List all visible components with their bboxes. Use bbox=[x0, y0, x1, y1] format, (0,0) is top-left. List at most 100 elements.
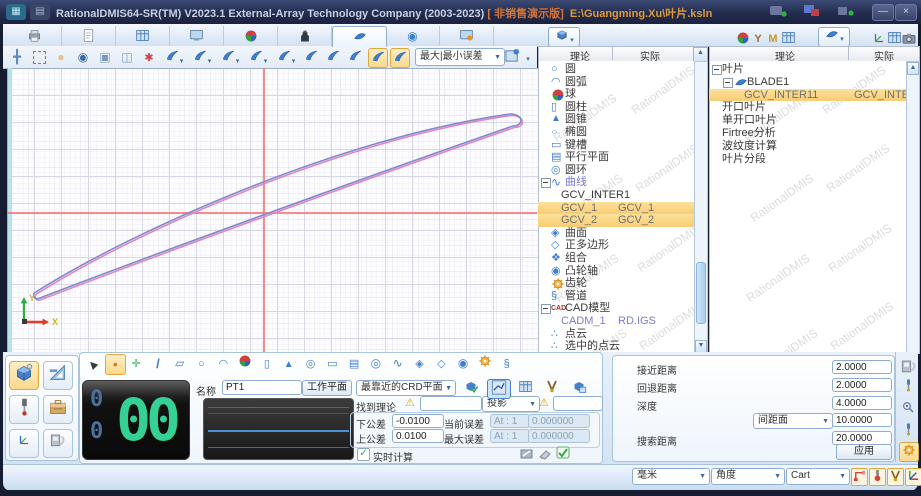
geometry-cone-icon[interactable]: ▲ bbox=[279, 354, 298, 373]
tree-row[interactable]: ◎ 圆环 bbox=[538, 164, 694, 177]
measure-tool-icon-12[interactable] bbox=[302, 48, 320, 66]
geometry-vector-point-icon[interactable]: ✛ bbox=[127, 354, 146, 373]
tree-row[interactable]: ○ 圆 bbox=[538, 63, 694, 76]
measure-tool-icon-11[interactable]: ▾ bbox=[274, 48, 298, 66]
ribbon-tab-sphere[interactable] bbox=[224, 26, 278, 46]
ball-probe-icon[interactable] bbox=[869, 468, 886, 486]
hand-icon[interactable]: ● bbox=[52, 48, 70, 66]
tree-expand-toggle[interactable] bbox=[723, 77, 733, 88]
angle-dropdown[interactable]: 角度 ▼ bbox=[711, 468, 785, 485]
probe-status-icon[interactable] bbox=[834, 4, 858, 20]
measure-tool-icon-13[interactable] bbox=[324, 48, 342, 66]
toolbar-more-dropdown[interactable]: ▾ bbox=[523, 48, 533, 66]
tree-row[interactable]: ◈ 曲面 bbox=[538, 227, 694, 240]
geometry-arc-icon[interactable]: ◠ bbox=[214, 354, 233, 373]
geometry-curve-icon[interactable]: ∿ bbox=[388, 354, 407, 373]
ribbon-tab-table[interactable] bbox=[116, 26, 170, 46]
blade-scrollbar[interactable]: ▲ bbox=[906, 61, 920, 354]
geometry-torus-icon[interactable]: ◎ bbox=[301, 354, 320, 373]
eye-icon[interactable]: ◉ bbox=[74, 48, 92, 66]
ribbon-tab-ink[interactable] bbox=[278, 26, 332, 46]
geometry-polygon-icon[interactable]: ◇ bbox=[432, 354, 451, 373]
tree-row[interactable]: 叶片分段 bbox=[709, 153, 906, 166]
tree-row[interactable]: CAD CAD模型 bbox=[538, 302, 694, 315]
sphere-icon[interactable] bbox=[736, 29, 750, 45]
pan-icon[interactable]: ╋ bbox=[8, 48, 26, 66]
measure-tool-icon-10[interactable]: ▾ bbox=[246, 48, 270, 66]
tree-row[interactable]: ❖ 组合 bbox=[538, 252, 694, 265]
probe-param-input-2[interactable] bbox=[832, 396, 892, 410]
plane-mode-dropdown[interactable]: 最靠近的CRD平面 ▼ bbox=[356, 380, 456, 396]
v-probe-icon[interactable] bbox=[887, 468, 904, 486]
geometry-cylinder-icon[interactable]: ▯ bbox=[257, 354, 276, 373]
element-scroll-up-button[interactable]: ▲ bbox=[693, 47, 708, 62]
marquee-icon[interactable] bbox=[30, 48, 48, 66]
measure-tool-icon-8[interactable]: ▾ bbox=[190, 48, 214, 66]
probe-blue-strip-icon[interactable] bbox=[899, 378, 917, 396]
gear-strip-icon[interactable] bbox=[899, 442, 919, 462]
table-icon[interactable] bbox=[781, 29, 795, 45]
tree-row[interactable]: 单开口叶片 bbox=[709, 114, 906, 127]
image-icon[interactable]: ▣ bbox=[96, 48, 114, 66]
y-flag-icon[interactable]: Y bbox=[917, 29, 921, 45]
tree-row[interactable]: ▲ 圆锥 bbox=[538, 113, 694, 126]
tree-row[interactable]: ▯ 圆柱 bbox=[538, 101, 694, 114]
toolbox-mode-button[interactable] bbox=[43, 395, 73, 424]
cube-probe-mode-button[interactable] bbox=[9, 361, 39, 390]
blade-scroll-up-button[interactable]: ▲ bbox=[907, 62, 919, 75]
lower-tol-input[interactable] bbox=[392, 414, 444, 428]
measure-tool-icon-16[interactable] bbox=[390, 48, 410, 68]
crown-icon[interactable]: M bbox=[766, 29, 780, 45]
probe-angle-toggle[interactable] bbox=[541, 379, 563, 397]
tree-row[interactable]: 齿轮 bbox=[538, 277, 694, 290]
blade-panel-mode-button[interactable]: ▾ bbox=[818, 27, 850, 47]
chart-toggle[interactable] bbox=[487, 379, 511, 399]
ribbon-tab-document[interactable] bbox=[62, 26, 116, 46]
geometry-slot-icon[interactable]: ▭ bbox=[323, 354, 342, 373]
axes-icon[interactable] bbox=[872, 29, 886, 45]
minimize-button[interactable]: — bbox=[872, 4, 894, 21]
ribbon-tab-disc[interactable]: ◉ bbox=[386, 26, 440, 46]
axes-colored-icon[interactable] bbox=[905, 468, 921, 486]
geometry-circle-icon[interactable]: ○ bbox=[192, 354, 211, 373]
tree-row[interactable]: 球 bbox=[538, 88, 694, 101]
upper-tol-input[interactable] bbox=[392, 429, 444, 443]
table-toggle[interactable] bbox=[514, 379, 536, 397]
measure-tool-icon-7[interactable]: ▾ bbox=[162, 48, 186, 66]
axes-mode-button[interactable] bbox=[9, 429, 39, 458]
report-badge-icon[interactable] bbox=[503, 48, 521, 66]
tree-row[interactable]: ◠ 圆弧 bbox=[538, 76, 694, 89]
projection-input[interactable] bbox=[553, 396, 603, 411]
tree-expand-toggle[interactable] bbox=[712, 65, 722, 75]
path-icon[interactable] bbox=[851, 468, 868, 486]
probe-param-input-3[interactable] bbox=[832, 413, 892, 427]
geometry-ring-icon[interactable]: ◎ bbox=[366, 354, 385, 373]
probe-blue-strip-icon[interactable] bbox=[899, 422, 917, 440]
find-theory-input[interactable] bbox=[420, 396, 482, 411]
tree-row[interactable]: ▤ 平行平面 bbox=[538, 151, 694, 164]
clear-points-icon[interactable] bbox=[538, 447, 552, 465]
probe-param-input-0[interactable] bbox=[832, 360, 892, 374]
tree-row[interactable]: ∴ 点云 bbox=[538, 328, 694, 341]
menu-icon[interactable]: ▤ bbox=[30, 4, 50, 20]
title-bar[interactable]: ▦ ▤ RationalDMIS64-SR(TM) V2023.1 Extern… bbox=[0, 0, 921, 24]
geometry-parallel-planes-icon[interactable]: ▤ bbox=[345, 354, 364, 373]
display-status-icon[interactable] bbox=[800, 4, 824, 20]
geometry-plane-icon[interactable]: ▱ bbox=[170, 354, 189, 373]
tree-expand-toggle[interactable] bbox=[541, 178, 551, 189]
geometry-surface-icon[interactable]: ◈ bbox=[410, 354, 429, 373]
cube-check-toggle[interactable] bbox=[460, 379, 482, 397]
tree-row[interactable]: 叶片 bbox=[709, 63, 906, 76]
y-tool-icon[interactable]: Y bbox=[751, 29, 765, 45]
confirm-checkbox-icon[interactable] bbox=[556, 446, 570, 464]
name-input[interactable] bbox=[222, 380, 302, 395]
unit-dropdown[interactable]: 毫米 ▼ bbox=[632, 468, 710, 485]
element-scrollbar[interactable]: ▼ bbox=[694, 61, 708, 354]
tree-row-selected[interactable]: GCV_1 GCV_1 bbox=[538, 201, 694, 215]
slider-icon[interactable]: ◫ bbox=[118, 48, 136, 66]
ribbon-tab-shell[interactable] bbox=[332, 26, 387, 47]
tree-row[interactable]: ∴ 选中的点云 bbox=[538, 340, 694, 352]
coord-dropdown[interactable]: Cart ▼ bbox=[786, 468, 850, 485]
geometry-cursor-icon[interactable]: ▶ bbox=[83, 354, 102, 373]
ribbon-tab-monitor[interactable] bbox=[170, 26, 224, 46]
